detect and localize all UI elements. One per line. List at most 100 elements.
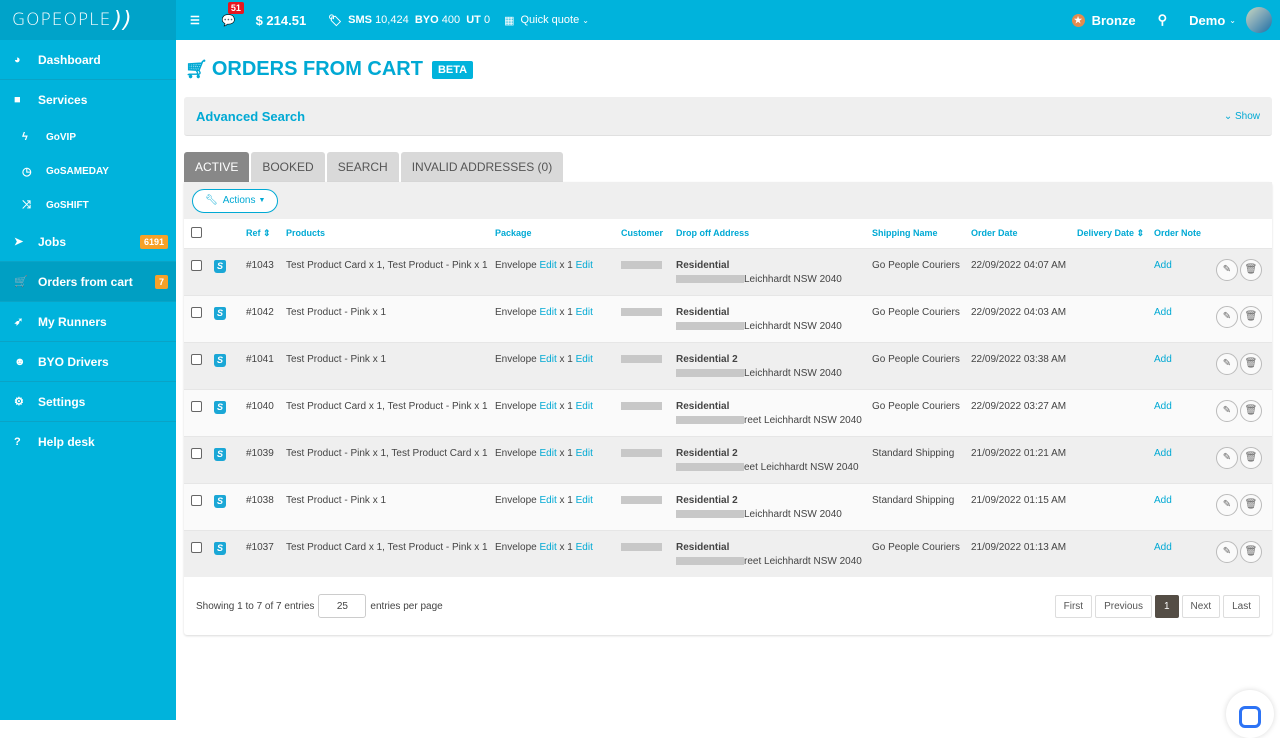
edit-package-link[interactable]: Edit — [539, 448, 556, 459]
sidebar-item-dashboard[interactable]: ◕ Dashboard — [0, 40, 176, 80]
sidebar-item-my-runners[interactable]: ➶ My Runners — [0, 302, 176, 342]
edit-package-link[interactable]: Edit — [539, 307, 556, 318]
row-checkbox[interactable] — [191, 541, 202, 553]
page-1-button[interactable]: 1 — [1154, 594, 1179, 618]
edit-icon: ✎ — [1222, 452, 1232, 463]
edit-qty-link[interactable]: Edit — [576, 307, 593, 318]
delete-order-button[interactable]: 🗑︎ — [1240, 493, 1262, 516]
messages-button[interactable]: 💬 51 — [221, 1, 244, 27]
user-menu[interactable]: Demo ⌄ — [1189, 13, 1236, 28]
edit-package-link[interactable]: Edit — [539, 260, 556, 271]
row-checkbox[interactable] — [191, 400, 202, 412]
gopeople-logo[interactable]: GOPEOPLE)) — [0, 0, 176, 40]
edit-package-link[interactable]: Edit — [539, 495, 556, 506]
search-button[interactable]: ⚲ — [1158, 12, 1168, 28]
address-type: Residential — [676, 259, 730, 271]
balance[interactable]: $ 214.51 — [256, 13, 307, 28]
menu-toggle-button[interactable]: ☰ — [190, 14, 200, 27]
edit-qty-link[interactable]: Edit — [576, 448, 593, 459]
delete-order-button[interactable]: 🗑︎ — [1240, 399, 1262, 422]
tab-active[interactable]: ACTIVE — [184, 152, 250, 182]
shuffle-icon: ⤨ — [22, 198, 31, 211]
column-header-delivery-date[interactable]: Delivery Date ⇕ — [1077, 219, 1154, 248]
order-address: Residential 2 eet Leichhardt NSW 2040 — [676, 435, 872, 483]
jobs-count-badge: 6191 — [139, 234, 168, 249]
sidebar-item-settings[interactable]: ⚙ Settings — [0, 382, 176, 422]
support-chat-button[interactable] — [1226, 690, 1274, 738]
sidebar-item-services[interactable]: ■ Services — [0, 80, 176, 120]
edit-qty-link[interactable]: Edit — [576, 401, 593, 412]
orders-panel: 🔧︎ Actions ▼ Ref ⇕ Products Package Cust… — [184, 182, 1272, 635]
order-date: 22/09/2022 04:07 AM — [971, 247, 1077, 295]
ticket-icon: 🏷 — [328, 14, 343, 27]
delete-order-button[interactable]: 🗑︎ — [1240, 446, 1262, 469]
edit-qty-link[interactable]: Edit — [576, 260, 593, 271]
delete-order-button[interactable]: 🗑︎ — [1240, 305, 1262, 328]
add-note-link[interactable]: Add — [1154, 307, 1172, 318]
edit-order-button[interactable]: ✎ — [1216, 352, 1238, 375]
edit-package-link[interactable]: Edit — [539, 354, 556, 365]
sidebar-item-label: BYO Drivers — [38, 354, 109, 369]
row-checkbox[interactable] — [191, 259, 202, 271]
sidebar-item-help-desk[interactable]: ? Help desk — [0, 422, 176, 462]
per-page-input[interactable]: 25 — [318, 594, 367, 618]
first-page-button[interactable]: First — [1054, 594, 1093, 618]
edit-order-button[interactable]: ✎ — [1216, 446, 1238, 469]
edit-qty-link[interactable]: Edit — [576, 354, 593, 365]
add-note-link[interactable]: Add — [1154, 260, 1172, 271]
trash-icon: 🗑︎ — [1244, 499, 1258, 510]
add-note-link[interactable]: Add — [1154, 354, 1172, 365]
advanced-search-panel[interactable]: Advanced Search ⌄ Show — [184, 97, 1272, 136]
select-all-checkbox[interactable] — [191, 226, 202, 238]
tab-booked[interactable]: BOOKED — [251, 152, 325, 182]
add-note-link[interactable]: Add — [1154, 448, 1172, 459]
edit-package-link[interactable]: Edit — [539, 401, 556, 412]
sidebar-item-goshift[interactable]: ⤨ GoSHIFT — [0, 188, 176, 222]
edit-order-button[interactable]: ✎ — [1216, 305, 1238, 328]
show-toggle[interactable]: ⌄ Show — [1224, 111, 1260, 122]
sidebar-item-govip[interactable]: ϟ GoVIP — [0, 120, 176, 154]
edit-icon: ✎ — [1222, 311, 1232, 322]
delete-order-button[interactable]: 🗑︎ — [1240, 258, 1262, 281]
row-checkbox[interactable] — [191, 447, 202, 459]
order-shipping-name: Go People Couriers — [872, 388, 971, 436]
sms-value: 10,424 — [375, 14, 409, 26]
row-checkbox[interactable] — [191, 306, 202, 318]
edit-order-button[interactable]: ✎ — [1216, 493, 1238, 516]
sort-icon: ⇕ — [1136, 227, 1145, 238]
trash-icon: 🗑︎ — [1244, 452, 1258, 463]
delete-order-button[interactable]: 🗑︎ — [1240, 352, 1262, 375]
sidebar-item-gosameday[interactable]: ◷ GoSAMEDAY — [0, 154, 176, 188]
credits-info[interactable]: 🏷 SMS 10,424 BYO 400 UT 0 — [328, 14, 490, 27]
redacted-customer — [621, 260, 662, 269]
last-page-button[interactable]: Last — [1223, 594, 1260, 618]
row-checkbox[interactable] — [191, 494, 202, 506]
quick-quote-dropdown[interactable]: ▦ Quick quote ⌄ — [504, 14, 589, 27]
next-page-button[interactable]: Next — [1181, 594, 1221, 618]
order-ref: #1043 — [246, 247, 286, 295]
cart-icon: 🛒︎ — [185, 59, 208, 79]
add-note-link[interactable]: Add — [1154, 495, 1172, 506]
tab-search[interactable]: SEARCH — [326, 152, 399, 182]
actions-dropdown-button[interactable]: 🔧︎ Actions ▼ — [192, 188, 279, 213]
column-header-ref[interactable]: Ref ⇕ — [246, 219, 286, 248]
edit-package-link[interactable]: Edit — [539, 542, 556, 553]
order-shipping-name: Go People Couriers — [872, 529, 971, 577]
chat-icon: 💬 — [221, 14, 236, 27]
edit-order-button[interactable]: ✎ — [1216, 540, 1238, 563]
delete-order-button[interactable]: 🗑︎ — [1240, 540, 1262, 563]
edit-qty-link[interactable]: Edit — [576, 542, 593, 553]
avatar[interactable] — [1246, 7, 1272, 33]
row-checkbox[interactable] — [191, 353, 202, 365]
edit-order-button[interactable]: ✎ — [1216, 399, 1238, 422]
tier-badge[interactable]: ★ Bronze — [1071, 13, 1136, 28]
tab-invalid-addresses[interactable]: INVALID ADDRESSES (0) — [400, 152, 564, 182]
add-note-link[interactable]: Add — [1154, 542, 1172, 553]
add-note-link[interactable]: Add — [1154, 401, 1172, 412]
sidebar-item-orders-from-cart[interactable]: 🛒 Orders from cart 7 — [0, 262, 176, 302]
sidebar-item-byo-drivers[interactable]: ☻ BYO Drivers — [0, 342, 176, 382]
edit-order-button[interactable]: ✎ — [1216, 258, 1238, 281]
edit-qty-link[interactable]: Edit — [576, 495, 593, 506]
sidebar-item-jobs[interactable]: ➤ Jobs 6191 — [0, 222, 176, 262]
previous-page-button[interactable]: Previous — [1095, 594, 1152, 618]
